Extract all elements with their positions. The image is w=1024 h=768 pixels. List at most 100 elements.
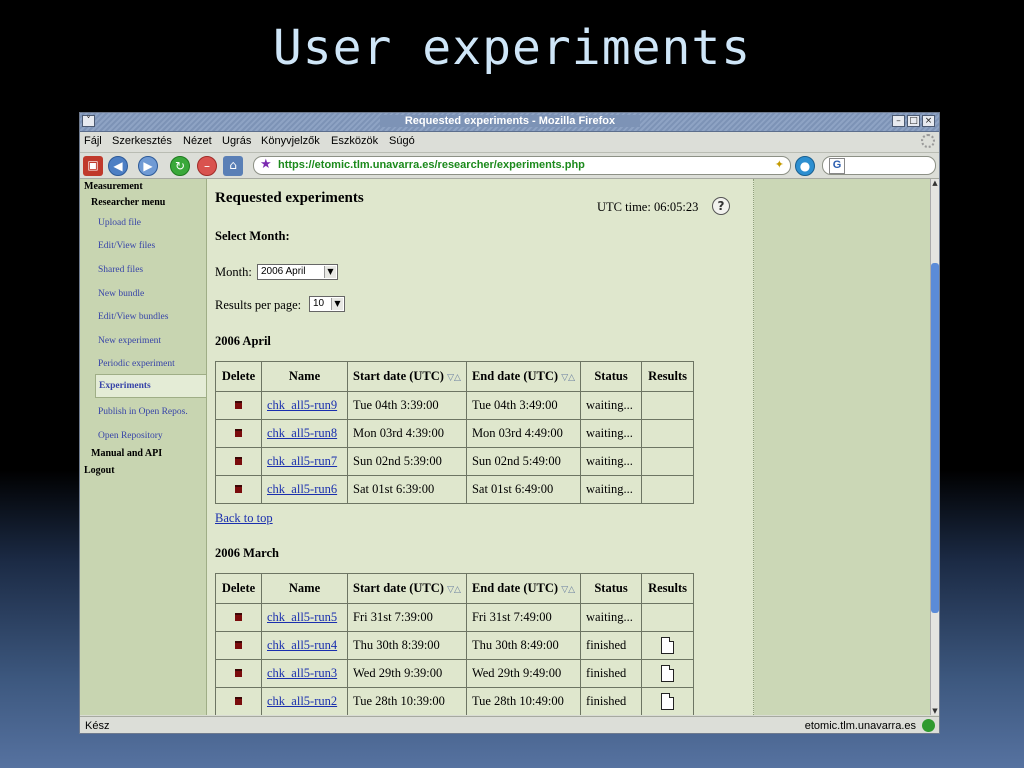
name-cell: chk_all5-run9 [261,391,348,420]
chevron-down-icon: ▼ [331,298,343,310]
status-cell: waiting... [580,447,643,476]
col-end-date[interactable]: End date (UTC) ▽△ [465,573,582,604]
maximize-button[interactable]: □ [907,115,920,127]
trash-icon[interactable] [235,457,242,465]
back-icon[interactable]: ◀ [108,156,128,176]
result-file-icon[interactable] [661,693,675,710]
trash-icon[interactable] [235,401,242,409]
sidebar-measurement[interactable]: Measurement [84,181,143,192]
stop-icon[interactable]: – [197,156,217,176]
sidebar-item-experiments[interactable]: Experiments [95,374,206,398]
results-per-page-label: Results per page: [215,298,302,312]
minimize-button[interactable]: – [892,115,905,127]
sort-icon[interactable]: ▽△ [447,585,461,595]
month-label: Month: [215,265,252,279]
utc-time: 06:05:23 [653,200,699,214]
section-title: 2006 March [215,546,279,560]
trash-icon[interactable] [235,429,242,437]
menu-help[interactable]: Súgó [389,135,415,147]
trash-icon[interactable] [235,485,242,493]
sidebar-item-new-bundle[interactable]: New bundle [98,289,144,299]
trash-icon[interactable] [235,669,242,677]
sidebar-manual-api[interactable]: Manual and API [91,448,162,459]
vertical-scrollbar[interactable]: ▲ ▼ [930,179,939,715]
result-file-icon[interactable] [661,637,675,654]
help-icon[interactable]: ? [712,197,730,215]
table-row: chk_all5-run8 Mon 03rd 4:39:00 Mon 03rd 4:… [215,419,695,448]
table-row: chk_all5-run6 Sat 01st 6:39:00 Sat 01st 6:… [215,475,695,504]
menu-bookmarks[interactable]: Könyvjelzők [261,135,320,147]
trash-icon[interactable] [235,641,242,649]
menu-edit[interactable]: Szerkesztés [112,135,172,147]
trash-icon[interactable] [235,697,242,705]
menu-go[interactable]: Ugrás [222,135,251,147]
sidebar-item-edit-view-files[interactable]: Edit/View files [98,241,155,251]
reader-icon[interactable]: ▣ [83,156,103,176]
col-end-date-label: End date (UTC) [471,581,559,595]
url-text[interactable]: https://etomic.tlm.unavarra.es/researche… [278,159,585,171]
col-start-date[interactable]: Start date (UTC) ▽△ [347,573,467,604]
sidebar-item-edit-view-bundles[interactable]: Edit/View bundles [98,312,168,322]
home-icon[interactable]: ⌂ [223,156,243,176]
name-cell: chk_all5-run2 [261,687,348,715]
sidebar-item-periodic-experiment[interactable]: Periodic experiment [98,359,175,369]
experiment-link[interactable]: chk_all5-run7 [267,454,337,468]
search-box[interactable]: G [822,156,936,175]
start-date-cell: Fri 31st 7:39:00 [347,603,467,632]
col-end-date[interactable]: End date (UTC) ▽△ [465,361,582,392]
forward-icon[interactable]: ▶ [138,156,158,176]
google-search-icon[interactable]: G [829,158,845,174]
delete-cell [215,475,262,504]
col-start-date-label: Start date (UTC) [353,581,444,595]
experiment-link[interactable]: chk_all5-run5 [267,610,337,624]
scrollbar-thumb[interactable] [931,263,939,613]
experiments-table-march: Delete Name Start date (UTC) ▽△ End date… [215,573,695,715]
sidebar-logout[interactable]: Logout [84,465,115,476]
window-menu-icon[interactable]: ˅ [82,115,95,127]
results-cell [641,475,695,504]
menu-view[interactable]: Nézet [183,135,212,147]
results-cell [641,687,695,715]
experiment-link[interactable]: chk_all5-run3 [267,666,337,680]
experiment-link[interactable]: chk_all5-run9 [267,398,337,412]
menu-tools[interactable]: Eszközök [331,135,378,147]
go-icon[interactable]: ● [795,156,815,176]
window-title: Requested experiments - Mozilla Firefox [380,115,640,127]
month-select[interactable]: 2006 April ▼ [257,264,338,280]
close-button[interactable]: × [922,115,935,127]
results-per-page-select[interactable]: 10 ▼ [309,296,345,312]
sidebar-researcher-menu[interactable]: Researcher menu [91,197,165,208]
results-cell [641,659,695,688]
bookmark-star-icon[interactable]: ★ [260,157,272,172]
status-cell: waiting... [580,391,643,420]
sort-icon[interactable]: ▽△ [561,373,575,383]
experiment-link[interactable]: chk_all5-run4 [267,638,337,652]
status-cell: waiting... [580,419,643,448]
table-row: chk_all5-run4 Thu 30th 8:39:00 Thu 30th 8:… [215,631,695,660]
end-date-cell: Tue 28th 10:49:00 [465,687,582,715]
url-bar[interactable]: ★ https://etomic.tlm.unavarra.es/researc… [253,156,791,175]
scroll-down-icon[interactable]: ▼ [931,707,939,715]
security-status-icon[interactable] [922,719,935,732]
sidebar-item-shared-files[interactable]: Shared files [98,265,143,275]
sidebar-item-open-repository[interactable]: Open Repository [98,431,163,441]
back-to-top-link[interactable]: Back to top [215,511,273,526]
experiment-link[interactable]: chk_all5-run8 [267,426,337,440]
reload-icon[interactable]: ↻ [170,156,190,176]
col-start-date[interactable]: Start date (UTC) ▽△ [347,361,467,392]
menu-file[interactable]: Fájl [84,135,102,147]
sidebar-item-publish-open-repos[interactable]: Publish in Open Repos. [98,407,188,417]
sidebar-item-upload-file[interactable]: Upload file [98,218,141,228]
sort-icon[interactable]: ▽△ [447,373,461,383]
delete-cell [215,603,262,632]
experiment-link[interactable]: chk_all5-run6 [267,482,337,496]
table-row: chk_all5-run2 Tue 28th 10:39:00 Tue 28th 1… [215,687,695,715]
experiment-link[interactable]: chk_all5-run2 [267,694,337,708]
start-date-cell: Sat 01st 6:39:00 [347,475,467,504]
sidebar-item-new-experiment[interactable]: New experiment [98,336,161,346]
scroll-up-icon[interactable]: ▲ [931,179,939,187]
trash-icon[interactable] [235,613,242,621]
sort-icon[interactable]: ▽△ [561,585,575,595]
end-date-cell: Sat 01st 6:49:00 [465,475,582,504]
result-file-icon[interactable] [661,665,675,682]
